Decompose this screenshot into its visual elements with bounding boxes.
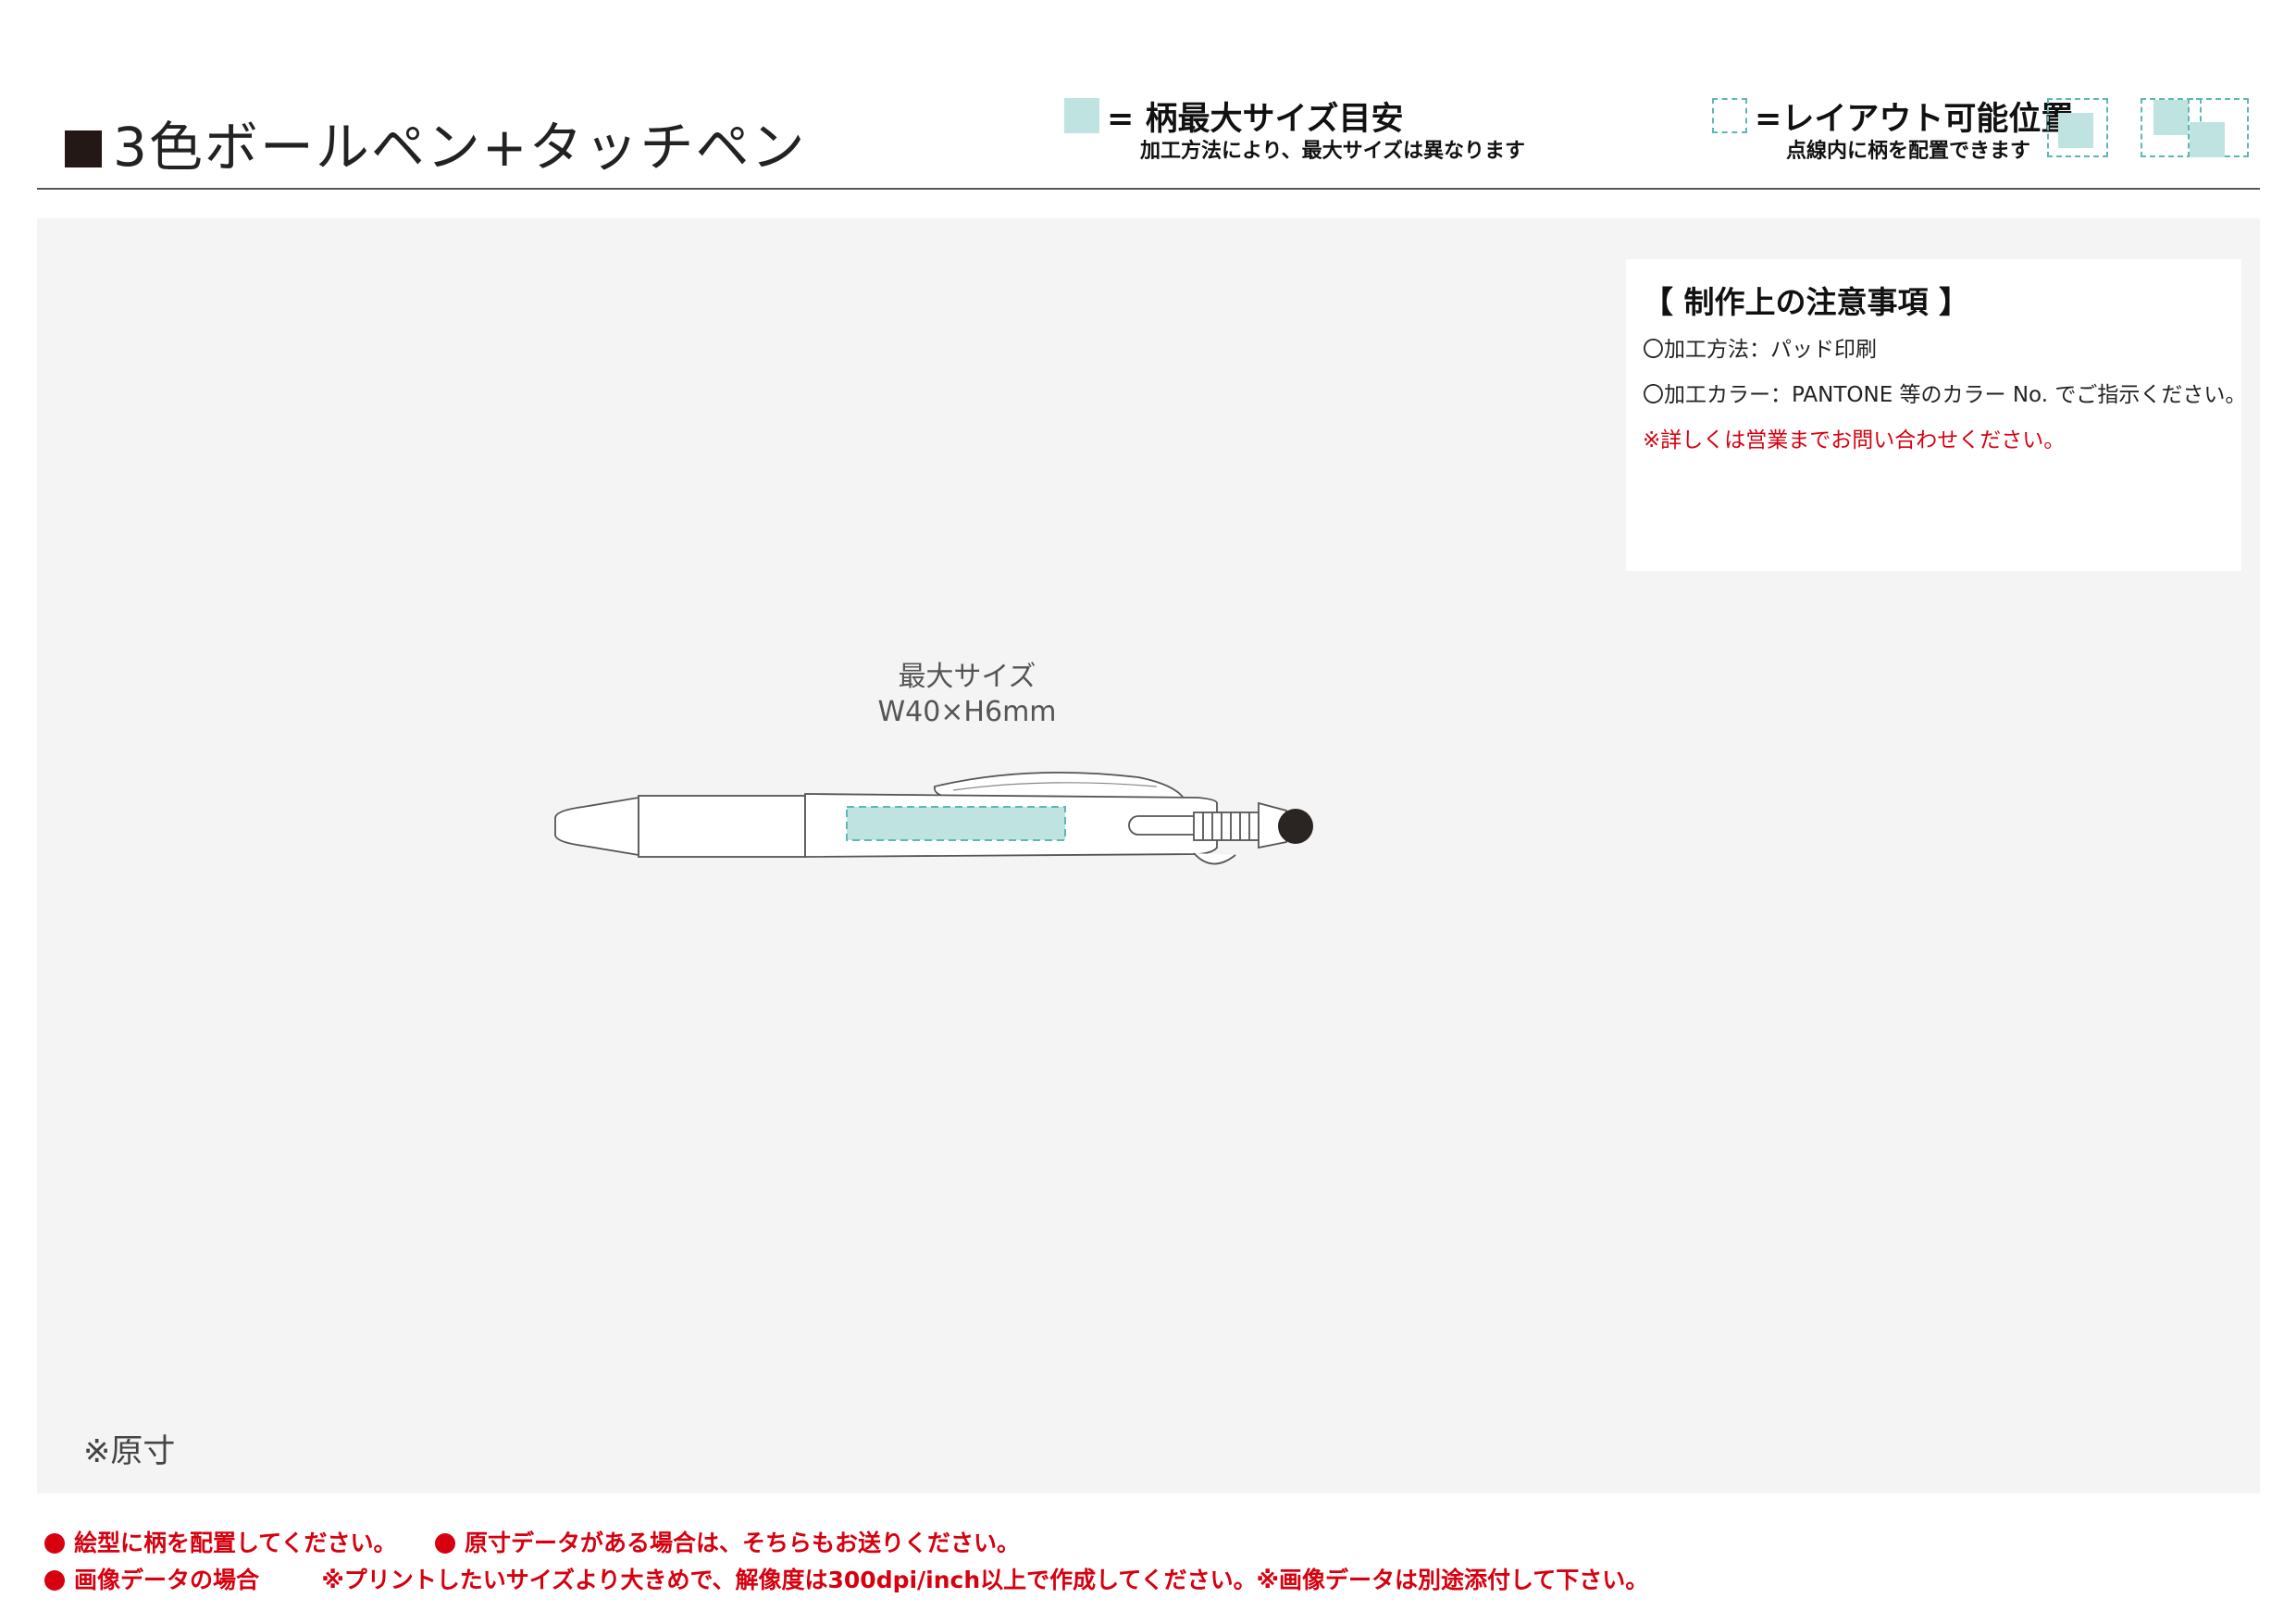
- note-color: 〇加工カラー：PANTONE 等のカラー No. でご指示ください。: [1643, 383, 2247, 407]
- pen-illustration: [554, 771, 1313, 865]
- legend-max-size-title: = 柄最大サイズ目安: [1107, 101, 1404, 138]
- bullet-icon: [44, 1570, 65, 1591]
- note-method: 〇加工方法：パッド印刷: [1643, 338, 1877, 362]
- page-title-text: 3色ボールペン+タッチペン: [113, 116, 807, 179]
- note-contact: ※詳しくは営業までお問い合わせください。: [1643, 428, 2066, 452]
- footer-note-3: 画像データの場合: [74, 1567, 260, 1593]
- bullet-icon: [44, 1533, 65, 1554]
- pen-knob: [1193, 852, 1236, 865]
- title-square-icon: [65, 130, 102, 167]
- notes-title: 【 制作上の注意事項 】: [1643, 284, 1969, 320]
- scale-note: ※原寸: [83, 1433, 176, 1470]
- header-divider: [37, 188, 2260, 190]
- max-size-swatch-icon: [1064, 98, 1099, 133]
- max-size-dimensions: W40×H6mm: [877, 696, 1057, 728]
- footer-note-4: ※プリントしたいサイズより大きめで、解像度は300dpi/inch以上で作成して…: [321, 1567, 1649, 1593]
- max-size-label: 最大サイズ: [898, 661, 1036, 693]
- footer-line-2: 画像データの場合 ※プリントしたいサイズより大きめで、解像度は300dpi/in…: [44, 1562, 1648, 1595]
- page-title: 3色ボールペン+タッチペン: [65, 104, 807, 181]
- layout-example-bottom-left-icon: [2047, 98, 2108, 157]
- pen-tip: [554, 796, 639, 857]
- print-area: [846, 806, 1066, 841]
- legend-layout-sub: 点線内に柄を配置できます: [1786, 140, 2031, 163]
- stylus-tip-icon: [1278, 809, 1313, 844]
- footer-note-2: 原寸データがある場合は、そちらもお送りください。: [464, 1530, 1020, 1556]
- legend-layout-title: =レイアウト可能位置: [1755, 101, 2074, 138]
- layout-dashed-swatch-icon: [1712, 98, 1747, 133]
- bullet-icon: [434, 1533, 455, 1554]
- footer-note-1: 絵型に柄を配置してください。: [74, 1530, 397, 1556]
- layout-example-bottom-right-icon: [2188, 98, 2249, 157]
- legend-max-size-sub: 加工方法により、最大サイズは異なります: [1140, 140, 1526, 163]
- footer-line-1: 絵型に柄を配置してください。 原寸データがある場合は、そちらもお送りください。: [44, 1525, 1020, 1558]
- pen-front-barrel: [638, 795, 806, 858]
